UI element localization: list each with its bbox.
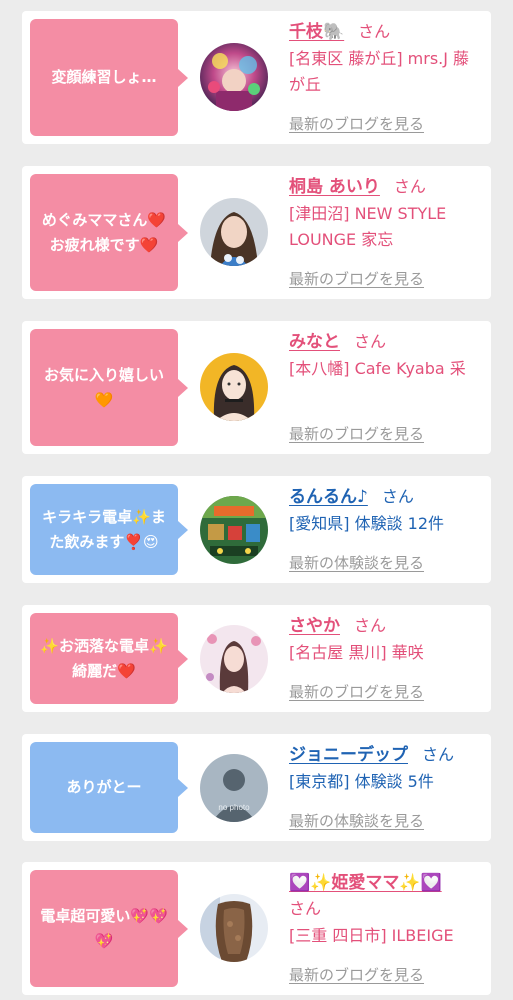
comment-bubble: 電卓超可愛い💖💖💖 — [30, 870, 188, 987]
comment-bubble: お気に入り嬉しい🧡 — [30, 329, 188, 446]
user-info: 千枝🐘 さん [名東区 藤が丘] mrs.J 藤が丘 — [289, 19, 483, 98]
comment-bubble: ✨お洒落な電卓✨綺麗だ❤️ — [30, 613, 188, 704]
comment-bubble: ありがとー — [30, 742, 188, 833]
comment-bubble: 変顔練習しょ… — [30, 19, 188, 136]
shop-info: [名古屋 黒川] 華咲 — [289, 643, 424, 662]
avatar[interactable] — [200, 43, 268, 111]
experience-count: [愛知県] 体験談 12件 — [289, 514, 445, 533]
experience-count: [東京都] 体験談 5件 — [289, 772, 434, 791]
honorific: さん — [354, 332, 387, 351]
avatar[interactable] — [200, 198, 268, 266]
user-info: ジョニーデップ さん [東京都] 体験談 5件 — [289, 742, 483, 795]
avatar[interactable]: no photo — [200, 754, 268, 822]
honorific: さん — [393, 177, 426, 196]
list-item: ありがとー no photo ジョニーデップ さん [東京都] 体験談 5件 最新… — [22, 734, 491, 841]
honorific: さん — [381, 487, 414, 506]
avatar[interactable] — [200, 894, 268, 962]
comment-text: ありがとー — [66, 778, 142, 796]
shop-info: [本八幡] Cafe Kyaba 采 — [289, 359, 466, 378]
comment-text: ✨お洒落な電卓✨綺麗だ❤️ — [40, 636, 168, 680]
honorific: さん — [358, 22, 391, 41]
user-info: 桐島 あいり さん [津田沼] NEW STYLE LOUNGE 家忘 — [289, 174, 483, 253]
comment-text: 電卓超可愛い💖💖💖 — [40, 906, 168, 950]
shop-info: [津田沼] NEW STYLE LOUNGE 家忘 — [289, 204, 447, 249]
user-info: さやか さん [名古屋 黒川] 華咲 — [289, 613, 483, 666]
avatar[interactable] — [200, 496, 268, 564]
honorific: さん — [422, 745, 455, 764]
comment-text: めぐみママさん❤️ お疲れ様です❤️ — [41, 210, 167, 254]
user-name-link[interactable]: 桐島 あいり — [289, 177, 380, 197]
comment-text: キラキラ電卓✨また飲みます❣️😍 — [42, 507, 166, 551]
list-item: 電卓超可愛い💖💖💖 💟✨姫愛ママ✨💟 さん [三重 四日市] ILBEIGE 最新… — [22, 862, 491, 995]
honorific: さん — [289, 899, 322, 918]
avatar[interactable] — [200, 625, 268, 693]
latest-blog-link[interactable]: 最新のブログを見る — [289, 113, 424, 134]
shop-info: [三重 四日市] ILBEIGE — [289, 926, 454, 945]
latest-blog-link[interactable]: 最新のブログを見る — [289, 268, 424, 289]
honorific: さん — [354, 616, 387, 635]
latest-blog-link[interactable]: 最新のブログを見る — [289, 681, 424, 702]
latest-blog-link[interactable]: 最新のブログを見る — [289, 423, 424, 444]
list-item: 変顔練習しょ… 千枝🐘 さん [名東区 藤が丘] mrs.J 藤が丘 最新のブロ… — [22, 11, 491, 144]
user-name-link[interactable]: ジョニーデップ — [289, 745, 408, 765]
user-name-link[interactable]: みなと — [289, 332, 340, 352]
user-name-link[interactable]: さやか — [289, 616, 340, 636]
comment-text: 変顔練習しょ… — [51, 68, 157, 86]
latest-review-link[interactable]: 最新の体験談を見る — [289, 552, 424, 573]
shop-info: [名東区 藤が丘] mrs.J 藤が丘 — [289, 49, 470, 94]
comment-text: お気に入り嬉しい🧡 — [43, 365, 164, 409]
list-item: キラキラ電卓✨また飲みます❣️😍 るんるん♪ さん [愛知県] 体験談 12件 最… — [22, 476, 491, 583]
comment-bubble: キラキラ電卓✨また飲みます❣️😍 — [30, 484, 188, 575]
list-item: ✨お洒落な電卓✨綺麗だ❤️ さやか さん [名古屋 黒川] 華咲 最新のブログを見… — [22, 605, 491, 712]
list-item: めぐみママさん❤️ お疲れ様です❤️ 桐島 あいり さん [津田沼] NEW ST… — [22, 166, 491, 299]
latest-review-link[interactable]: 最新の体験談を見る — [289, 810, 424, 831]
user-info: みなと さん [本八幡] Cafe Kyaba 采 — [289, 329, 483, 382]
no-photo-text: no photo — [218, 803, 250, 812]
list-item: お気に入り嬉しい🧡 みなと さん [本八幡] Cafe Kyaba 采 最新のブロ… — [22, 321, 491, 454]
comment-bubble: めぐみママさん❤️ お疲れ様です❤️ — [30, 174, 188, 291]
user-name-link[interactable]: 千枝🐘 — [289, 22, 344, 42]
avatar[interactable] — [200, 353, 268, 421]
user-name-link[interactable]: 💟✨姫愛ママ✨💟 — [289, 873, 442, 893]
user-info: るんるん♪ さん [愛知県] 体験談 12件 — [289, 484, 483, 537]
latest-blog-link[interactable]: 最新のブログを見る — [289, 964, 424, 985]
user-info: 💟✨姫愛ママ✨💟 さん [三重 四日市] ILBEIGE — [289, 870, 483, 949]
user-name-link[interactable]: るんるん♪ — [289, 487, 368, 507]
blog-comment-list: 変顔練習しょ… 千枝🐘 さん [名東区 藤が丘] mrs.J 藤が丘 最新のブロ… — [0, 0, 513, 1000]
